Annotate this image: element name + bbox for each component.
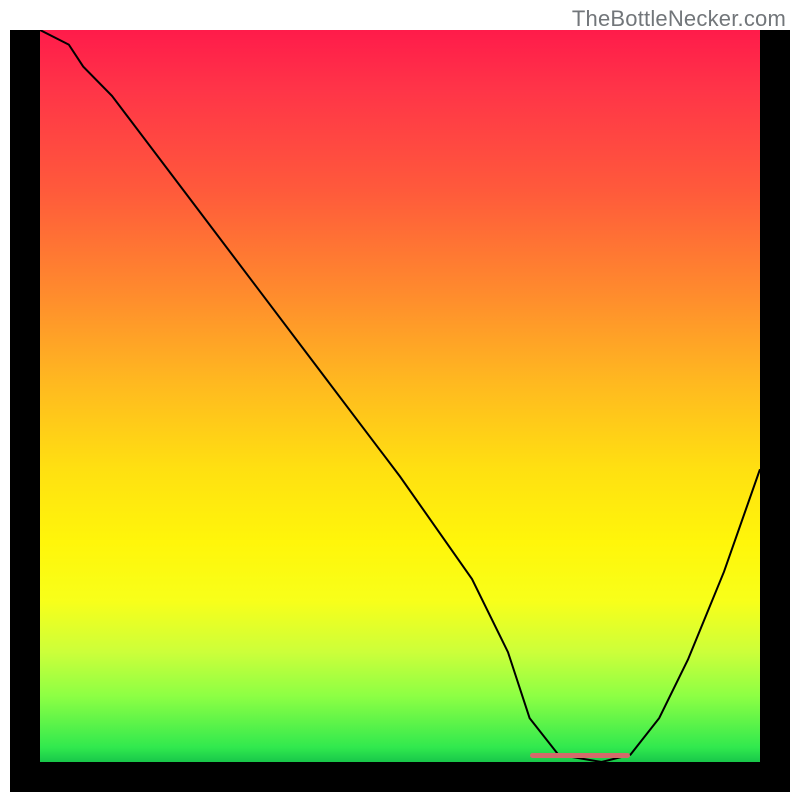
chart-frame [10,30,790,792]
plot-area [40,30,760,762]
optimal-range-marker [530,753,631,758]
bottleneck-curve [40,30,760,762]
attribution-label: TheBottleNecker.com [572,6,786,32]
